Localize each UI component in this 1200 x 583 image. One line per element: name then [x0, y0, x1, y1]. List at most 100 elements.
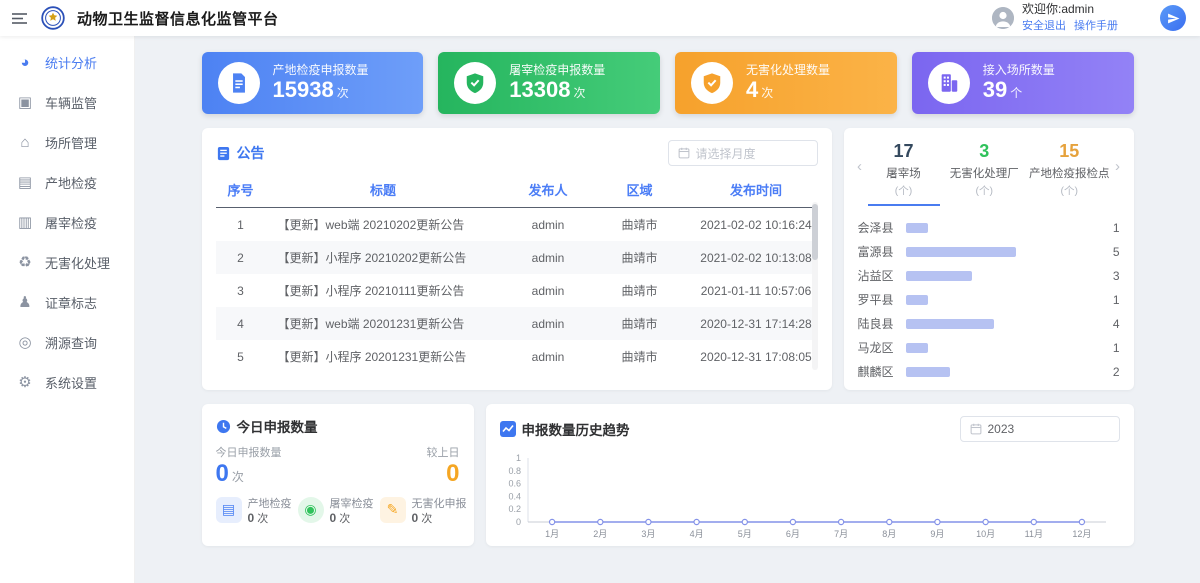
stat-card-value: 15938次	[273, 77, 369, 103]
table-scrollbar-thumb[interactable]	[812, 204, 818, 260]
sidebar-item-4[interactable]: ▥ 屠宰检疫	[0, 202, 134, 242]
facilities-panel: ‹ 17屠宰场(个)3无害化处理厂(个)15产地检疫报检点(个) › 会泽县1富…	[844, 128, 1134, 390]
facility-tab-2[interactable]: 15产地检疫报检点(个)	[1029, 142, 1110, 206]
stat-card-0: 产地检疫申报数量15938次	[202, 52, 424, 114]
cell-title: 【更新】小程序 20210202更新公告	[266, 241, 501, 274]
svg-text:5月: 5月	[737, 529, 751, 539]
bar-category: 陆良县	[858, 315, 906, 332]
column-header: 序号	[216, 172, 266, 208]
app-logo-emblem	[41, 6, 65, 30]
bar-category: 马龙区	[858, 339, 906, 356]
facility-tab-1[interactable]: 3无害化处理厂(个)	[948, 142, 1020, 206]
sidebar-item-label: 屠宰检疫	[45, 213, 97, 232]
facility-tab-0[interactable]: 17屠宰场(个)	[868, 142, 940, 206]
top-header: 动物卫生监督信息化监管平台 欢迎你:admin 安全退出操作手册	[0, 0, 1200, 36]
announcement-row[interactable]: 4【更新】web端 20201231更新公告admin曲靖市2020-12-31…	[216, 307, 818, 340]
sidebar-item-label: 统计分析	[45, 53, 97, 72]
trend-title: 申报数量历史趋势	[522, 419, 630, 439]
sidebar-item-label: 证章标志	[45, 293, 97, 312]
cell-seq: 1	[216, 208, 266, 242]
column-header: 区域	[596, 172, 684, 208]
bar-category: 沾益区	[858, 267, 906, 284]
svg-text:9月: 9月	[930, 529, 944, 539]
cell-region: 曲靖市	[596, 241, 684, 274]
sidebar-item-7[interactable]: ◎溯源查询	[0, 322, 134, 362]
sidebar-item-3[interactable]: ▤产地检疫	[0, 162, 134, 202]
bar-value: 3	[1098, 269, 1120, 283]
bar-track	[906, 343, 1098, 353]
bar-category: 罗平县	[858, 291, 906, 308]
month-picker-placeholder: 请选择月度	[696, 145, 756, 162]
sidebar-item-6[interactable]: ♟证章标志	[0, 282, 134, 322]
today-item-label: 产地检疫	[248, 497, 292, 511]
svg-text:8月: 8月	[882, 529, 896, 539]
stat-card-2: 无害化处理数量4次	[675, 52, 897, 114]
stat-cards-row: 产地检疫申报数量15938次屠宰检疫申报数量13308次无害化处理数量4次接入场…	[202, 52, 1134, 114]
today-item-2: ✎无害化申报0 次	[380, 497, 467, 527]
stat-card-label: 产地检疫申报数量	[273, 63, 369, 77]
user-avatar[interactable]	[992, 7, 1014, 29]
sidebar-item-8[interactable]: ⚙ 系统设置	[0, 362, 134, 402]
bar-category: 麒麟区	[858, 363, 906, 380]
bar-track	[906, 271, 1098, 281]
assistant-badge[interactable]	[1160, 5, 1186, 31]
sidebar-item-5[interactable]: ♻无害化处理	[0, 242, 134, 282]
bar	[906, 367, 950, 377]
manual-link[interactable]: 操作手册	[1074, 20, 1118, 32]
bar	[906, 343, 928, 353]
cell-time: 2021-02-02 10:13:08	[684, 241, 818, 274]
bar-category: 富源县	[858, 243, 906, 260]
sidebar-item-0[interactable]: ◕统计分析	[0, 42, 134, 82]
announcements-title: 公告	[237, 143, 265, 163]
table-scrollbar	[812, 202, 818, 370]
facility-tab-label: 产地检疫报检点	[1029, 165, 1110, 181]
shield-icon	[691, 62, 733, 104]
sidebar-item-2[interactable]: ⌂ 场所管理	[0, 122, 134, 162]
main-content: 产地检疫申报数量15938次屠宰检疫申报数量13308次无害化处理数量4次接入场…	[135, 36, 1200, 583]
today-item-value: 0 次	[330, 511, 374, 527]
svg-text:4月: 4月	[689, 529, 703, 539]
cell-time: 2020-12-31 17:08:05	[684, 340, 818, 372]
bar-category: 会泽县	[858, 219, 906, 236]
cell-region: 曲靖市	[596, 307, 684, 340]
svg-text:0: 0	[515, 517, 520, 527]
app-title: 动物卫生监督信息化监管平台	[77, 8, 279, 29]
welcome-text: 欢迎你:admin	[1022, 2, 1126, 17]
logout-link[interactable]: 安全退出	[1022, 20, 1066, 32]
bar-value: 2	[1098, 365, 1120, 379]
year-picker[interactable]: 2023	[960, 416, 1120, 442]
facility-tab-label: 无害化处理厂	[948, 165, 1020, 181]
svg-text:3月: 3月	[641, 529, 655, 539]
stat-card-value: 39个	[983, 77, 1055, 103]
announcements-table: 序号标题发布人区域发布时间 1【更新】web端 20210202更新公告admi…	[216, 172, 818, 372]
trend-line-chart: 00.20.40.60.811月2月3月4月5月6月7月8月9月10月11月12…	[500, 450, 1120, 542]
announcement-row[interactable]: 1【更新】web端 20210202更新公告admin曲靖市2021-02-02…	[216, 208, 818, 242]
facility-tab-value: 15	[1029, 142, 1110, 162]
sidebar-item-label: 场所管理	[45, 133, 97, 152]
svg-text:0.6: 0.6	[508, 479, 521, 489]
chevron-left-icon[interactable]: ‹	[854, 142, 866, 175]
menu-toggle-icon[interactable]	[10, 10, 29, 27]
bar	[906, 223, 928, 233]
cell-region: 曲靖市	[596, 274, 684, 307]
chevron-right-icon[interactable]: ›	[1112, 142, 1124, 175]
bar-track	[906, 367, 1098, 377]
gear-icon: ⚙	[16, 375, 34, 390]
announcement-row[interactable]: 3【更新】小程序 20210111更新公告admin曲靖市2021-01-11 …	[216, 274, 818, 307]
month-picker[interactable]: 请选择月度	[668, 140, 818, 166]
sidebar-item-1[interactable]: ▣车辆监管	[0, 82, 134, 122]
announcements-panel: 公告 请选择月度 序号标题发布人区域发布时间 1【更新】web端 2021	[202, 128, 832, 390]
today-count-value: 0	[216, 460, 229, 487]
facility-bar-row: 罗平县1	[858, 288, 1120, 312]
cell-publisher: admin	[501, 307, 596, 340]
today-item-0: ▤产地检疫0 次	[216, 497, 292, 527]
announcement-row[interactable]: 2【更新】小程序 20210202更新公告admin曲靖市2021-02-02 …	[216, 241, 818, 274]
sidebar-item-label: 系统设置	[45, 373, 97, 392]
announcement-row[interactable]: 5【更新】小程序 20201231更新公告admin曲靖市2020-12-31 …	[216, 340, 818, 372]
sidebar-item-label: 无害化处理	[45, 253, 110, 272]
stat-card-label: 屠宰检疫申报数量	[509, 63, 605, 77]
svg-text:0.2: 0.2	[508, 504, 521, 514]
svg-text:1月: 1月	[545, 529, 559, 539]
doc-slaughter-icon: ▥	[16, 215, 34, 230]
building-icon: ⌂	[16, 135, 34, 150]
